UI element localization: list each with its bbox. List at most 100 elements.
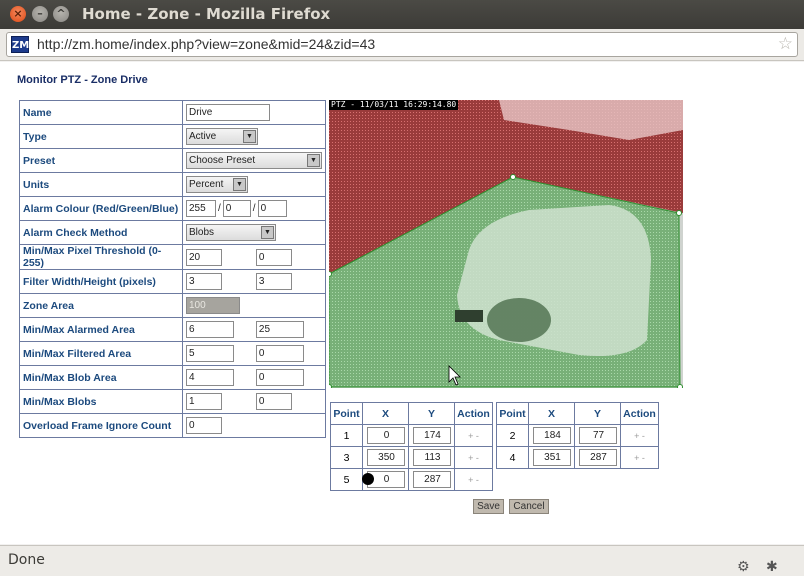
table-row: 3 350 113 + - <box>330 446 493 469</box>
type-label: Type <box>19 124 183 149</box>
blue-input[interactable]: 0 <box>257 200 287 217</box>
table-row: Name Drive <box>19 100 326 125</box>
x-header: X <box>362 402 409 425</box>
bookmark-star-icon[interactable]: ☆ <box>778 34 793 54</box>
action-header: Action <box>454 402 493 425</box>
preset-select[interactable]: Choose Preset ▼ <box>186 152 322 169</box>
name-label: Name <box>19 100 183 125</box>
status-text: Done <box>8 552 45 568</box>
blobs-min-input[interactable]: 1 <box>186 393 222 410</box>
save-button[interactable]: Save <box>473 499 504 514</box>
overload-label: Overload Frame Ignore Count <box>19 413 183 438</box>
window-close-button[interactable]: × <box>10 6 26 22</box>
points-table-right: Point X Y Action 2 184 77 + - 4 351 287 … <box>496 402 659 469</box>
check-method-value: Blobs <box>189 227 215 238</box>
pixel-threshold-label: Min/Max Pixel Threshold (0-255) <box>19 244 183 270</box>
camera-image[interactable]: PTZ - 11/03/11 16:29:14.80 <box>329 100 683 388</box>
url-text[interactable]: http://zm.home/index.php?view=zone&mid=2… <box>37 33 375 56</box>
window-minimize-button[interactable]: – <box>32 6 48 22</box>
page-title: Monitor PTZ - Zone Drive <box>17 74 148 86</box>
point-y-input[interactable]: 113 <box>412 449 451 466</box>
point-y-input[interactable]: 174 <box>412 427 451 444</box>
point-y-input[interactable]: 287 <box>578 449 617 466</box>
point-y-input[interactable]: 77 <box>578 427 617 444</box>
filtered-area-min-input[interactable]: 5 <box>186 345 234 362</box>
table-row: Zone Area 100 <box>19 293 326 318</box>
blob-area-max-input[interactable]: 0 <box>255 369 304 386</box>
point-x-input[interactable]: 0 <box>366 427 405 444</box>
y-header: Y <box>408 402 455 425</box>
url-bar: ZM http://zm.home/index.php?view=zone&mi… <box>0 29 804 61</box>
zone-area-input: 100 <box>186 297 240 314</box>
action-header: Action <box>620 402 659 425</box>
overload-input[interactable]: 0 <box>186 417 222 434</box>
point-number: 1 <box>330 424 363 447</box>
point-action[interactable]: + - <box>454 468 493 491</box>
pixel-threshold-max-input[interactable]: 0 <box>255 248 292 266</box>
blobs-max-input[interactable]: 0 <box>255 393 292 410</box>
table-row: Min/Max Blobs 1 0 <box>19 389 326 414</box>
check-method-label: Alarm Check Method <box>19 220 183 245</box>
page-content: Monitor PTZ - Zone Drive Name Drive Type… <box>0 62 804 544</box>
zone-overlay <box>329 100 683 388</box>
status-bar: Done ⚙ ✱ <box>0 545 804 576</box>
camera-timestamp: PTZ - 11/03/11 16:29:14.80 <box>329 100 459 110</box>
type-select[interactable]: Active ▼ <box>186 128 258 145</box>
filtered-area-max-input[interactable]: 0 <box>255 345 304 362</box>
table-row: Min/Max Alarmed Area 6 25 <box>19 317 326 342</box>
alarmed-area-max-input[interactable]: 25 <box>255 321 304 338</box>
point-number: 3 <box>330 446 363 469</box>
filter-height-input[interactable]: 3 <box>255 273 292 290</box>
filter-width-input[interactable]: 3 <box>186 273 222 290</box>
red-input[interactable]: 255 <box>186 200 216 217</box>
preset-value: Choose Preset <box>189 155 256 166</box>
table-row: Units Percent ▼ <box>19 172 326 197</box>
type-value: Active <box>189 131 217 142</box>
chevron-down-icon: ▼ <box>233 178 246 191</box>
green-input[interactable]: 0 <box>222 200 251 217</box>
name-input[interactable]: Drive <box>186 104 270 121</box>
puzzle-icon[interactable]: ✱ <box>766 553 778 576</box>
table-row: Point X Y Action <box>496 402 659 425</box>
point-number: 5 <box>330 468 363 491</box>
point-x-input[interactable]: 350 <box>366 449 405 466</box>
addon-icon[interactable]: ⚙ <box>737 553 750 576</box>
window-maximize-button[interactable]: ^ <box>53 6 69 22</box>
filtered-area-label: Min/Max Filtered Area <box>19 341 183 366</box>
blob-area-min-input[interactable]: 4 <box>186 369 234 386</box>
y-header: Y <box>574 402 621 425</box>
alarmed-area-label: Min/Max Alarmed Area <box>19 317 183 342</box>
point-y-input[interactable]: 287 <box>412 471 451 488</box>
table-row: Type Active ▼ <box>19 124 326 149</box>
point-header: Point <box>330 402 363 425</box>
table-row: Preset Choose Preset ▼ <box>19 148 326 173</box>
url-field[interactable]: ZM http://zm.home/index.php?view=zone&mi… <box>6 32 798 57</box>
zone-settings-table: Name Drive Type Active ▼ Preset Choose Pr… <box>19 100 326 438</box>
point-action[interactable]: + - <box>620 424 659 447</box>
separator: / <box>252 203 256 215</box>
site-icon: ZM <box>11 36 29 53</box>
point-x-input[interactable]: 184 <box>532 427 571 444</box>
x-header: X <box>528 402 575 425</box>
pixel-threshold-min-input[interactable]: 20 <box>186 248 222 266</box>
point-x-input[interactable]: 351 <box>532 449 571 466</box>
point-action[interactable]: + - <box>454 424 493 447</box>
alarmed-area-min-input[interactable]: 6 <box>186 321 234 338</box>
zone-area-label: Zone Area <box>19 293 183 318</box>
table-row: Min/Max Pixel Threshold (0-255) 20 0 <box>19 244 326 270</box>
point-action[interactable]: + - <box>454 446 493 469</box>
blob-area-label: Min/Max Blob Area <box>19 365 183 390</box>
units-label: Units <box>19 172 183 197</box>
cursor-dot <box>362 473 374 485</box>
blobs-label: Min/Max Blobs <box>19 389 183 414</box>
point-number: 2 <box>496 424 529 447</box>
points-table-left: Point X Y Action 1 0 174 + - 3 350 113 +… <box>330 402 493 491</box>
table-row: Point X Y Action <box>330 402 493 425</box>
point-action[interactable]: + - <box>620 446 659 469</box>
check-method-select[interactable]: Blobs ▼ <box>186 224 276 241</box>
point-number: 4 <box>496 446 529 469</box>
units-select[interactable]: Percent ▼ <box>186 176 248 193</box>
chevron-down-icon: ▼ <box>261 226 274 239</box>
window-titlebar: × – ^ Home - Zone - Mozilla Firefox <box>0 0 804 29</box>
cancel-button[interactable]: Cancel <box>509 499 549 514</box>
